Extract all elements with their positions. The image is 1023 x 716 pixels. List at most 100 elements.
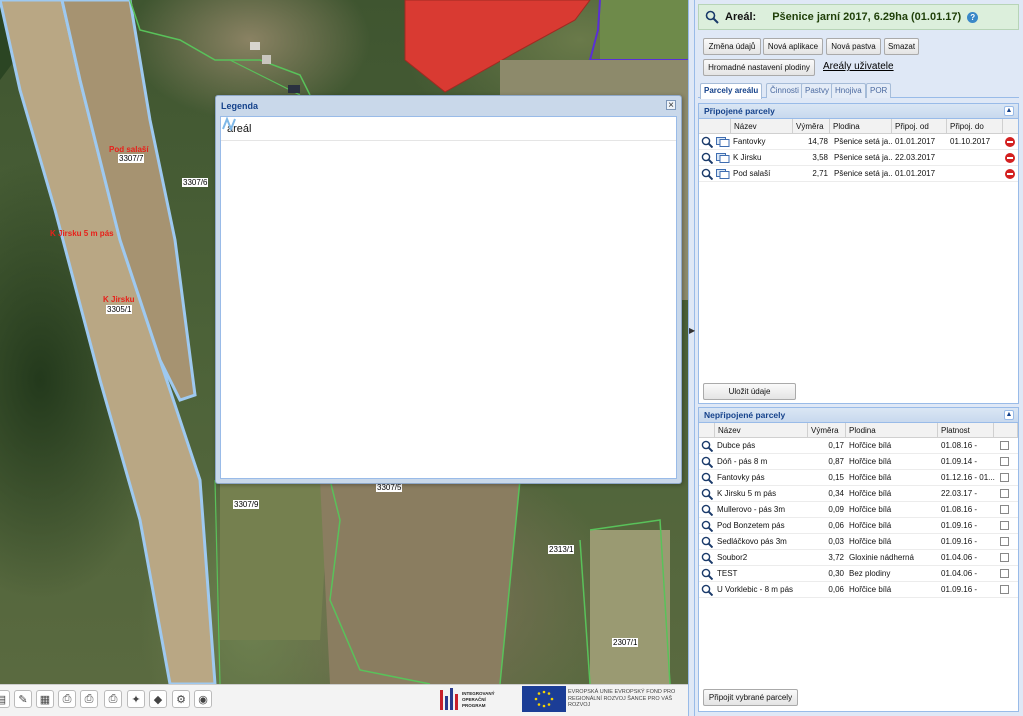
zoom-icon[interactable] xyxy=(701,488,714,501)
select-checkbox[interactable] xyxy=(1000,441,1009,450)
zoom-icon[interactable] xyxy=(701,152,714,165)
change-data-button[interactable]: Změna údajů xyxy=(703,38,761,55)
remove-icon[interactable] xyxy=(1005,153,1015,163)
unattached-parcel-row[interactable]: TEST 0,30 Bez plodiny 01.04.06 - xyxy=(699,566,1018,582)
new-application-button[interactable]: Nová aplikace xyxy=(763,38,823,55)
unattached-parcel-row[interactable]: Pod Bonzetem pás 0,06 Hořčice bílá 01.09.16… xyxy=(699,518,1018,534)
column-header[interactable]: Název xyxy=(731,119,793,134)
parcel-attached-to xyxy=(950,166,1002,182)
eye-icon[interactable]: ◉ xyxy=(194,690,212,708)
zoom-icon[interactable] xyxy=(701,168,714,181)
column-header[interactable]: Připoj. do xyxy=(947,119,1003,134)
connect-selected-button[interactable]: Připojit vybrané parcely xyxy=(703,689,798,706)
tab-hnojiva[interactable]: Hnojiva xyxy=(831,83,866,98)
eu-flag xyxy=(522,686,566,712)
print-icon[interactable]: ⎙ xyxy=(58,690,76,708)
select-checkbox[interactable] xyxy=(1000,553,1009,562)
zoom-icon[interactable] xyxy=(701,584,714,597)
zoom-icon[interactable] xyxy=(701,456,714,469)
tab-parcely-arealu[interactable]: Parcely areálu xyxy=(700,83,763,99)
unattached-parcel-row[interactable]: Fantovky pás 0,15 Hořčice bílá 01.12.16 - 0… xyxy=(699,470,1018,486)
zoom-icon[interactable] xyxy=(701,520,714,533)
edit-icon[interactable]: ✎ xyxy=(14,690,32,708)
wizard-icon[interactable]: ✦ xyxy=(127,690,145,708)
column-header[interactable]: Připoj. od xyxy=(892,119,947,134)
tab-cinnosti[interactable]: Činnosti xyxy=(766,83,803,98)
column-header[interactable]: Výměra xyxy=(808,423,846,438)
unattached-parcel-row[interactable]: K Jirsku 5 m pás 0,34 Hořčice bílá 22.03.17… xyxy=(699,486,1018,502)
legend-title: Legenda xyxy=(221,101,259,111)
delete-button[interactable]: Smazat xyxy=(884,38,919,55)
parcel-name: Dóň - pás 8 m xyxy=(717,457,768,466)
color-icon[interactable]: ◆ xyxy=(149,690,167,708)
unattached-parcel-row[interactable]: Sedláčkovo pás 3m 0,03 Hořčice bílá 01.09.1… xyxy=(699,534,1018,550)
parcel-attached-to xyxy=(950,150,1002,166)
parcel-crop: Gloxinie nádherná xyxy=(849,553,914,562)
unattached-parcel-row[interactable]: Soubor2 3,72 Gloxinie nádherná 01.04.06 - xyxy=(699,550,1018,566)
parcel-name: K Jirsku xyxy=(733,153,762,162)
user-areals-link[interactable]: Areály uživatele xyxy=(823,61,894,72)
zoom-icon[interactable] xyxy=(701,552,714,565)
select-checkbox[interactable] xyxy=(1000,457,1009,466)
zoom-icon[interactable] xyxy=(701,472,714,485)
attached-parcel-row[interactable]: Pod salaší 2,71 Pšenice setá ja... 01.01.20… xyxy=(699,166,1018,182)
select-checkbox[interactable] xyxy=(1000,585,1009,594)
select-checkbox[interactable] xyxy=(1000,521,1009,530)
select-checkbox[interactable] xyxy=(1000,537,1009,546)
detail-icon[interactable] xyxy=(716,137,730,147)
gear-icon[interactable]: ⚙ xyxy=(172,690,190,708)
select-checkbox[interactable] xyxy=(1000,569,1009,578)
parcel-attached-to: 01.10.2017 xyxy=(950,137,991,146)
column-header[interactable]: Plodina xyxy=(830,119,892,134)
map-view[interactable]: Pod salaší K Jirsku 5 m pás K Jirsku 330… xyxy=(0,0,688,684)
print-icon[interactable]: ▤ xyxy=(0,690,10,708)
zoom-icon[interactable] xyxy=(701,568,714,581)
layers-icon[interactable]: ▦ xyxy=(36,690,54,708)
legend-dialog[interactable]: Legenda × areál xyxy=(215,95,682,484)
parcel-name: K Jirsku 5 m pás xyxy=(717,489,777,498)
parcel-number: 2313/1 xyxy=(548,545,575,554)
parcel-name: Fantovky pás xyxy=(717,473,765,482)
parcel-number: 3307/5 xyxy=(376,483,403,492)
search-icon[interactable] xyxy=(705,10,719,24)
print-icon[interactable]: ⎙ xyxy=(104,690,122,708)
remove-icon[interactable] xyxy=(1005,169,1015,179)
tab-por[interactable]: POR xyxy=(866,83,892,98)
select-checkbox[interactable] xyxy=(1000,489,1009,498)
legend-item: areál xyxy=(221,117,676,141)
attached-parcel-row[interactable]: Fantovky 14,78 Pšenice setá ja... 01.01.201… xyxy=(699,134,1018,150)
attached-parcel-row[interactable]: K Jirsku 3,58 Pšenice setá ja... 22.03.2017 xyxy=(699,150,1018,166)
close-icon[interactable]: × xyxy=(666,100,676,111)
column-header[interactable]: Plodina xyxy=(846,423,938,438)
save-data-button[interactable]: Uložit údaje xyxy=(703,383,796,400)
panel-splitter[interactable]: ▶ xyxy=(688,0,695,716)
collapse-icon[interactable]: ▲ xyxy=(1004,106,1014,116)
zoom-icon[interactable] xyxy=(701,136,714,149)
parcel-validity: 01.09.16 - xyxy=(941,585,978,594)
detail-icon[interactable] xyxy=(716,153,730,163)
select-checkbox[interactable] xyxy=(1000,473,1009,482)
tab-pastvy[interactable]: Pastvy xyxy=(801,83,834,98)
new-pastva-button[interactable]: Nová pastva xyxy=(826,38,881,55)
unattached-parcel-row[interactable]: U Vorklebic - 8 m pás 0,06 Hořčice bílá 01.… xyxy=(699,582,1018,598)
zoom-icon[interactable] xyxy=(701,536,714,549)
help-icon[interactable]: ? xyxy=(967,11,979,23)
parcel-crop: Pšenice setá ja... xyxy=(834,169,892,178)
column-header[interactable]: Název xyxy=(715,423,808,438)
zoom-icon[interactable] xyxy=(701,504,714,517)
bulk-crop-button[interactable]: Hromadné nastavení plodiny xyxy=(703,59,815,76)
print-icon[interactable]: ⎙ xyxy=(80,690,98,708)
areal-line-icon xyxy=(222,117,236,131)
column-header[interactable]: Platnost xyxy=(938,423,994,438)
parcel-validity: 01.08.16 - xyxy=(941,441,978,450)
column-header[interactable]: Výměra xyxy=(793,119,830,134)
unattached-parcel-row[interactable]: Dubce pás 0,17 Hořčice bílá 01.08.16 - xyxy=(699,438,1018,454)
parcel-crop: Hořčice bílá xyxy=(849,473,892,482)
collapse-icon[interactable]: ▲ xyxy=(1004,410,1014,420)
remove-icon[interactable] xyxy=(1005,137,1015,147)
unattached-parcel-row[interactable]: Mullerovo - pás 3m 0,09 Hořčice bílá 01.08.… xyxy=(699,502,1018,518)
select-checkbox[interactable] xyxy=(1000,505,1009,514)
detail-icon[interactable] xyxy=(716,169,730,179)
zoom-icon[interactable] xyxy=(701,440,714,453)
unattached-parcel-row[interactable]: Dóň - pás 8 m 0,87 Hořčice bílá 01.09.14 - xyxy=(699,454,1018,470)
